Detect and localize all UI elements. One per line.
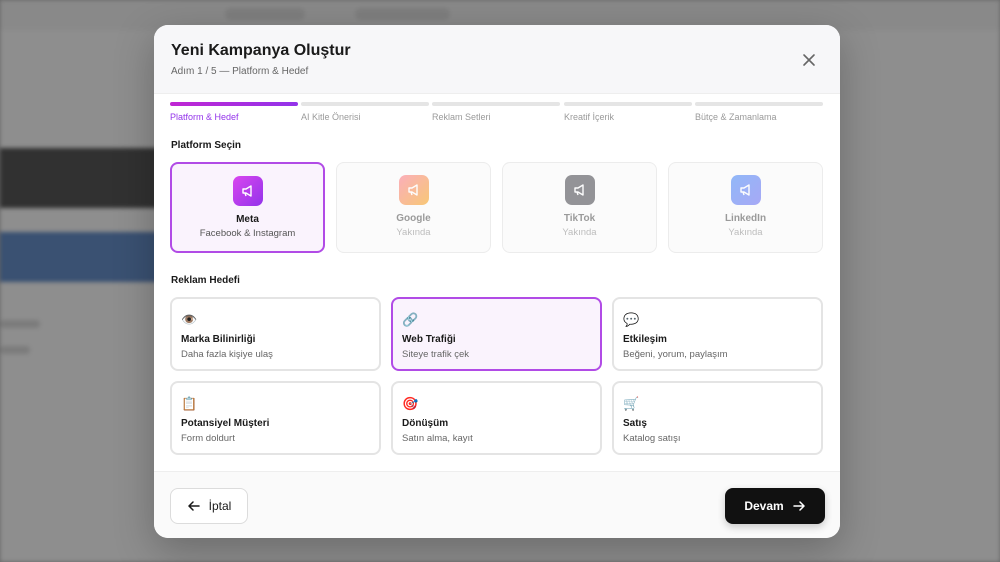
- goal-name: Web Trafiği: [402, 334, 456, 345]
- goal-desc: Siteye trafik çek: [402, 349, 470, 360]
- platform-name: TikTok: [563, 213, 596, 224]
- stepper: Platform & Hedef AI Kitle Önerisi Reklam…: [170, 102, 825, 124]
- platform-desc: Yakında: [396, 227, 431, 238]
- platform-section-title: Platform Seçin: [171, 140, 242, 151]
- step-progress-bar: [695, 102, 823, 106]
- step-budget: Bütçe & Zamanlama: [695, 102, 823, 122]
- eye-icon: 👁️: [181, 312, 198, 327]
- clipboard-icon: 📋: [181, 396, 198, 411]
- goal-desc: Form doldurt: [181, 433, 235, 444]
- platform-name: LinkedIn: [724, 213, 767, 224]
- cancel-button[interactable]: İptal: [170, 488, 248, 524]
- step-progress-bar: [564, 102, 692, 106]
- goal-card-brand-awareness[interactable]: 👁️ Marka Bilinirliği Daha fazla kişiye u…: [170, 297, 381, 371]
- goal-card-conversion[interactable]: 🎯 Dönüşüm Satın alma, kayıt: [391, 381, 602, 455]
- goal-card-engagement[interactable]: 💬 Etkileşim Beğeni, yorum, paylaşım: [612, 297, 823, 371]
- arrow-right-icon: [792, 501, 805, 511]
- platform-card-tiktok[interactable]: TikTok Yakında: [502, 162, 657, 253]
- step-label: Kreatif İçerik: [564, 112, 615, 122]
- megaphone-icon: [564, 175, 595, 205]
- goal-name: Marka Bilinirliği: [181, 334, 256, 345]
- platform-card-linkedin[interactable]: LinkedIn Yakında: [668, 162, 823, 253]
- continue-label: Devam: [744, 499, 784, 513]
- step-progress-bar: [170, 102, 298, 106]
- step-progress-bar: [301, 102, 429, 106]
- modal-header: Yeni Kampanya Oluştur Adım 1 / 5 — Platf…: [154, 25, 840, 94]
- platform-desc: Yakında: [728, 227, 763, 238]
- modal-title: Yeni Kampanya Oluştur: [171, 42, 351, 59]
- goal-desc: Beğeni, yorum, paylaşım: [623, 349, 728, 360]
- arrow-left-icon: [187, 501, 200, 511]
- platform-name: Google: [396, 213, 431, 224]
- goal-section-title: Reklam Hedefi: [171, 275, 240, 286]
- megaphone-icon: [398, 175, 429, 205]
- step-ai-audience: AI Kitle Önerisi: [301, 102, 429, 122]
- goal-desc: Satın alma, kayıt: [402, 433, 473, 444]
- link-icon: 🔗: [402, 312, 419, 327]
- cancel-label: İptal: [208, 499, 232, 513]
- step-platform: Platform & Hedef: [170, 102, 298, 122]
- megaphone-icon: [232, 176, 263, 206]
- step-creative: Kreatif İçerik: [564, 102, 692, 122]
- cart-icon: 🛒: [623, 396, 640, 411]
- create-campaign-modal: Yeni Kampanya Oluştur Adım 1 / 5 — Platf…: [154, 25, 840, 538]
- continue-button[interactable]: Devam: [725, 488, 825, 524]
- goal-name: Etkileşim: [623, 334, 667, 345]
- goal-card-leads[interactable]: 📋 Potansiyel Müşteri Form doldurt: [170, 381, 381, 455]
- speech-bubble-icon: 💬: [623, 312, 640, 327]
- step-label: Reklam Setleri: [432, 112, 491, 122]
- target-icon: 🎯: [402, 396, 419, 411]
- goal-name: Dönüşüm: [402, 418, 449, 429]
- step-label: Bütçe & Zamanlama: [695, 112, 777, 122]
- modal-subtitle: Adım 1 / 5 — Platform & Hedef: [171, 66, 309, 77]
- platform-desc: Facebook & Instagram: [199, 228, 296, 239]
- goal-card-web-traffic[interactable]: 🔗 Web Trafiği Siteye trafik çek: [391, 297, 602, 371]
- modal-footer: İptal Devam: [154, 471, 840, 538]
- step-ad-sets: Reklam Setleri: [432, 102, 560, 122]
- goal-desc: Daha fazla kişiye ulaş: [181, 349, 273, 360]
- close-icon: [803, 54, 815, 66]
- close-button[interactable]: [798, 49, 820, 71]
- platform-name: Meta: [236, 214, 259, 225]
- goal-card-sales[interactable]: 🛒 Satış Katalog satışı: [612, 381, 823, 455]
- step-label: AI Kitle Önerisi: [301, 112, 361, 122]
- platform-card-google[interactable]: Google Yakında: [336, 162, 491, 253]
- step-label: Platform & Hedef: [170, 112, 239, 122]
- megaphone-icon: [730, 175, 761, 205]
- platform-desc: Yakında: [562, 227, 597, 238]
- goal-name: Potansiyel Müşteri: [181, 418, 270, 429]
- goal-name: Satış: [623, 418, 647, 429]
- step-progress-bar: [432, 102, 560, 106]
- goal-desc: Katalog satışı: [623, 433, 681, 444]
- platform-card-meta[interactable]: Meta Facebook & Instagram: [170, 162, 325, 253]
